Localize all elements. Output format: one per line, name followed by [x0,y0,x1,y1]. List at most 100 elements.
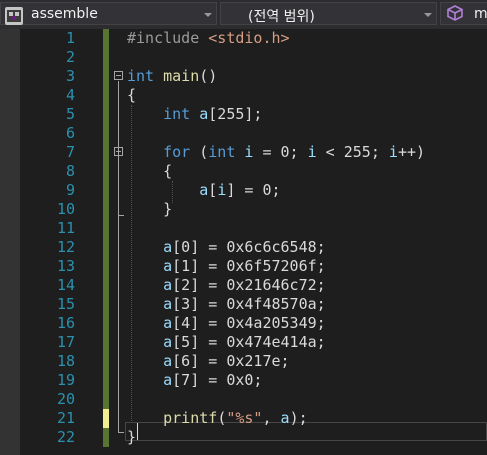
code-line[interactable]: 22} [0,428,487,447]
change-tracking-bar [103,428,109,447]
code-text[interactable]: } [127,200,172,219]
code-line[interactable]: 5 int a[255]; [0,105,487,124]
code-token: int [163,105,191,123]
cube-icon [446,4,464,22]
line-number: 19 [56,371,75,389]
code-line[interactable]: 20 [0,390,487,409]
line-number: 6 [65,124,75,142]
project-dropdown[interactable]: assemble [0,2,217,25]
code-text[interactable]: for (int i = 0; i < 255; i++) [127,143,425,162]
change-tracking-bar [103,86,109,105]
line-number: 22 [56,428,75,446]
member-dropdown[interactable]: m [440,2,487,25]
change-tracking-bar [103,124,109,143]
code-line[interactable]: 6 [0,124,487,143]
code-text[interactable]: { [127,86,136,105]
code-text[interactable]: a[i] = 0; [127,181,281,200]
code-token: ] = 0; [226,181,281,199]
code-text[interactable]: #include <stdio.h> [127,29,290,48]
scope-dropdown[interactable]: (전역 범위) [220,2,437,25]
code-token: [5] = 0x474e414a; [172,333,326,351]
code-token: ( [190,143,209,161]
code-line[interactable]: 11 [0,219,487,238]
change-tracking-bar [103,162,109,181]
code-token: a [163,352,173,370]
code-token: < 255; [316,143,389,161]
code-token: [1] = 0x6f57206f; [172,257,326,275]
code-line[interactable]: 15 a[3] = 0x4f48570a; [0,295,487,314]
code-line[interactable]: 7 for (int i = 0; i < 255; i++) [0,143,487,162]
change-tracking-bar [103,333,109,352]
code-line[interactable]: 2 [0,48,487,67]
code-token: i [388,143,398,161]
line-number: 9 [65,181,75,199]
code-line[interactable]: 16 a[4] = 0x4a205349; [0,314,487,333]
code-text[interactable]: { [127,162,172,181]
code-text[interactable]: a[6] = 0x217e; [127,352,289,371]
change-tracking-bar [103,352,109,371]
code-token: a [163,276,173,294]
code-text[interactable]: printf("%s", a); [127,409,308,428]
line-number: 11 [56,219,75,237]
code-token: a [163,238,173,256]
code-token: () [199,67,218,85]
change-tracking-bar [103,105,109,124]
code-token: [3] = 0x4f48570a; [172,295,326,313]
code-line[interactable]: 1 #include <stdio.h> [0,29,487,48]
code-line[interactable]: 13 a[1] = 0x6f57206f; [0,257,487,276]
code-text[interactable]: a[7] = 0x0; [127,371,262,390]
code-line[interactable]: 17 a[5] = 0x474e414a; [0,333,487,352]
change-tracking-bar [103,143,109,162]
code-text[interactable]: int main() [127,67,217,86]
code-line[interactable]: 10 } [0,200,487,219]
code-line[interactable]: 8 { [0,162,487,181]
code-token: [4] = 0x4a205349; [172,314,326,332]
line-number: 16 [56,314,75,332]
chevron-down-icon[interactable] [424,13,432,17]
code-text[interactable]: a[1] = 0x6f57206f; [127,257,326,276]
code-line[interactable]: 12 a[0] = 0x6c6c6548; [0,238,487,257]
code-token: int [208,143,236,161]
chevron-down-icon[interactable] [204,13,212,17]
code-token: [7] = 0x0; [172,371,263,389]
scope-label: (전역 범위) [248,9,315,25]
change-tracking-bar [103,295,109,314]
code-token: a [199,181,209,199]
code-token: ( [217,409,227,427]
navigation-bar: assemble (전역 범위) m [0,0,487,29]
code-text[interactable]: a[4] = 0x4a205349; [127,314,326,333]
code-line[interactable]: 4{ [0,86,487,105]
code-line[interactable]: 14 a[2] = 0x21646c72; [0,276,487,295]
code-token: } [127,200,173,218]
change-tracking-bar [103,238,109,257]
code-token: for [163,143,191,161]
line-number: 14 [56,276,75,294]
code-text[interactable]: int a[255]; [127,105,262,124]
code-text[interactable]: a[2] = 0x21646c72; [127,276,326,295]
code-token: a [163,371,173,389]
code-token: i [307,143,317,161]
change-tracking-bar [103,48,109,67]
code-token: #include [127,29,209,47]
code-line[interactable]: 21 printf("%s", a); [0,409,487,428]
code-text[interactable]: a[5] = 0x474e414a; [127,333,326,352]
line-number: 20 [56,390,75,408]
code-line[interactable]: 18 a[6] = 0x217e; [0,352,487,371]
change-tracking-bar [103,409,109,428]
line-number: 12 [56,238,75,256]
code-line[interactable]: 9 a[i] = 0; [0,181,487,200]
code-text[interactable]: a[0] = 0x6c6c6548; [127,238,326,257]
code-text[interactable]: } [127,428,136,447]
code-line[interactable]: 19 a[7] = 0x0; [0,371,487,390]
code-token: { [127,162,173,180]
code-token: a [163,333,173,351]
code-line[interactable]: 3 int main() [0,67,487,86]
code-editor[interactable]: 1 #include <stdio.h> 2 3 int main() 4{5 int a… [0,29,487,455]
code-text[interactable]: a[3] = 0x4f48570a; [127,295,326,314]
code-token: , [262,409,281,427]
